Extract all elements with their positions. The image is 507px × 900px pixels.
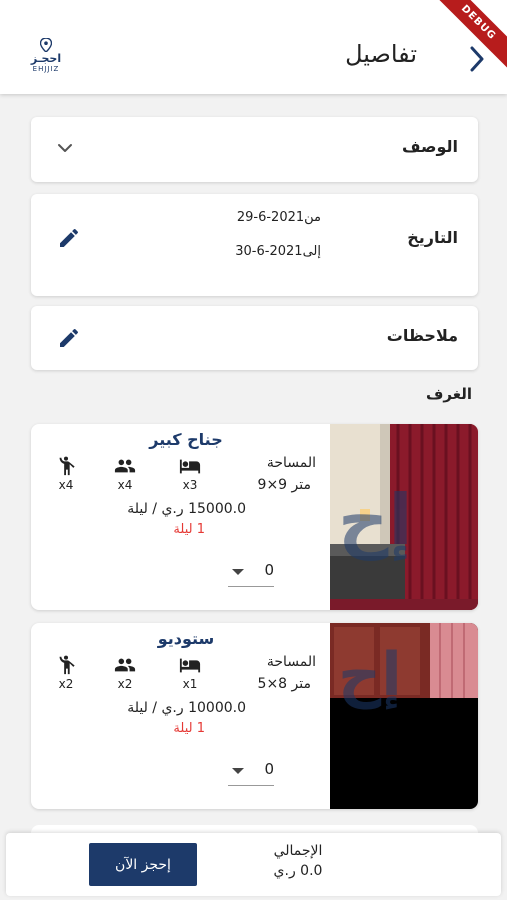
children-amenity: x2: [51, 654, 81, 691]
room-photo: إح: [330, 424, 478, 610]
room-quantity-select[interactable]: 0: [228, 557, 274, 587]
children-count: x2: [58, 677, 74, 691]
description-label: الوصف: [401, 137, 458, 156]
bed-icon: [179, 658, 201, 673]
edit-date-icon[interactable]: [57, 226, 81, 250]
chevron-right-icon: [470, 46, 484, 72]
adults-count: x2: [117, 677, 133, 691]
date-card: التاريخ من2021-6-29 إلى2021-6-30: [31, 194, 478, 296]
area-value: 9×9 متر: [257, 477, 311, 493]
room-photo: إح: [330, 623, 478, 809]
people-icon: [114, 459, 136, 473]
total-value: 0.0 ر.ي: [273, 863, 323, 879]
children-count: x4: [58, 478, 74, 492]
beds-count: x1: [182, 677, 198, 691]
svg-text:إح: إح: [338, 640, 402, 710]
date-label: التاريخ: [407, 228, 458, 247]
page-title: تفاصيل: [345, 40, 417, 68]
nights-count: 1 ليلة: [173, 721, 205, 736]
beds-count: x3: [182, 478, 198, 492]
book-now-button[interactable]: إحجز الآن: [89, 843, 197, 886]
app-bar: احجـز EHJJIZ تفاصيل: [0, 0, 507, 94]
location-pin-icon: [40, 38, 52, 52]
beds-amenity: x3: [175, 455, 205, 492]
booking-bar: إحجز الآن الإجمالي 0.0 ر.ي: [6, 833, 501, 896]
child-icon: [59, 456, 75, 476]
room-price: 10000.0 ر.ي / ليلة: [127, 700, 246, 716]
edit-notes-icon[interactable]: [57, 326, 81, 350]
chevron-down-icon[interactable]: [57, 143, 73, 153]
room-name: ستوديو: [157, 629, 215, 648]
notes-card: ملاحظات: [31, 306, 478, 370]
area-value: 5×8 متر: [257, 676, 311, 692]
room-card[interactable]: إح جناح كبير المساحة 9×9 متر x3 x4 x4 15…: [31, 424, 478, 610]
svg-text:إح: إح: [338, 479, 412, 562]
rooms-section-title: الغرف: [426, 385, 472, 403]
room-quantity-select[interactable]: 0: [228, 756, 274, 786]
app-logo: احجـز EHJJIZ: [26, 38, 66, 82]
room-price: 15000.0 ر.ي / ليلة: [127, 501, 246, 517]
dropdown-arrow-icon: [232, 569, 244, 575]
room-quantity-value: 0: [264, 760, 274, 778]
adults-count: x4: [117, 478, 133, 492]
total-label: الإجمالي: [273, 843, 323, 859]
beds-amenity: x1: [175, 654, 205, 691]
description-card[interactable]: الوصف: [31, 117, 478, 182]
room-card[interactable]: إح ستوديو المساحة 5×8 متر x1 x2 x2 10000…: [31, 623, 478, 809]
children-amenity: x4: [51, 455, 81, 492]
date-from: من2021-6-29: [236, 210, 321, 225]
room-name: جناح كبير: [149, 430, 223, 449]
area-label: المساحة: [266, 654, 316, 670]
date-to: إلى2021-6-30: [235, 244, 321, 259]
room-quantity-value: 0: [264, 561, 274, 579]
child-icon: [59, 655, 75, 675]
back-button[interactable]: [465, 44, 489, 74]
nights-count: 1 ليلة: [173, 522, 205, 537]
people-icon: [114, 658, 136, 672]
logo-text-latin: EHJJIZ: [32, 65, 60, 73]
notes-label: ملاحظات: [386, 326, 458, 345]
bed-icon: [179, 459, 201, 474]
adults-amenity: x4: [110, 455, 140, 492]
adults-amenity: x2: [110, 654, 140, 691]
logo-text-arabic: احجـز: [30, 52, 62, 65]
area-label: المساحة: [266, 455, 316, 471]
dropdown-arrow-icon: [232, 768, 244, 774]
